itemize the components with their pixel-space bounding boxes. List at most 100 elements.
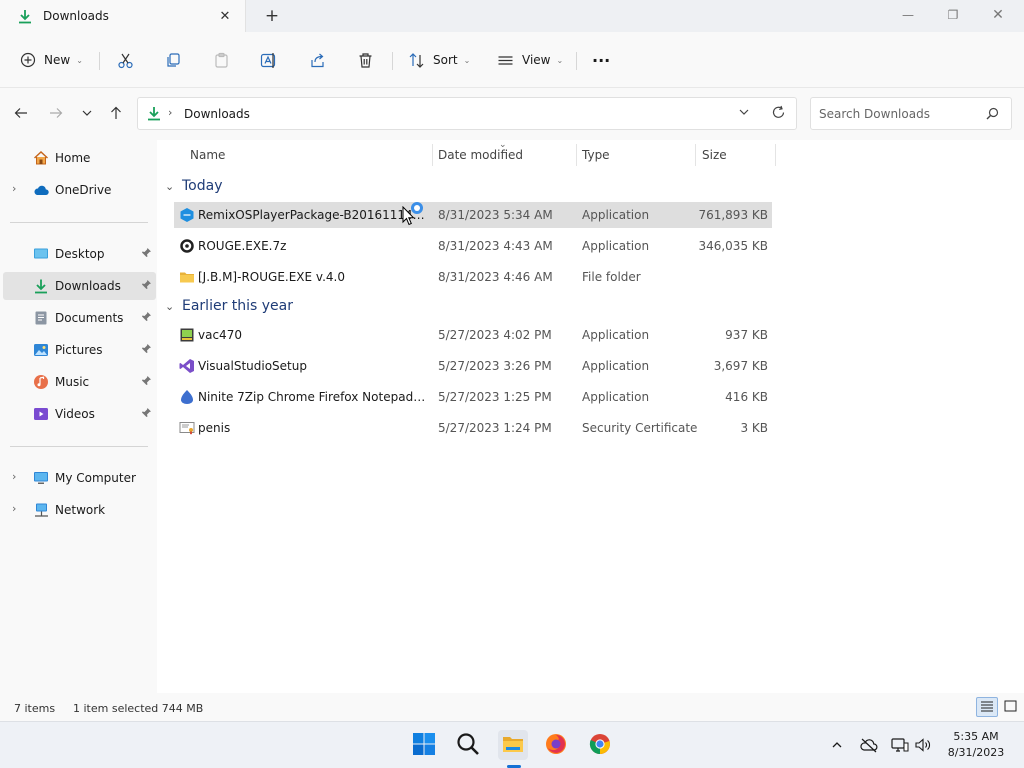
certificate-icon <box>179 420 195 436</box>
maximize-button[interactable]: ❐ <box>941 4 965 26</box>
copy-button[interactable] <box>165 48 182 72</box>
cut-button[interactable] <box>117 48 134 72</box>
sidebar-item-desktop[interactable]: Desktop <box>3 240 156 268</box>
tab-close-icon[interactable]: ✕ <box>217 8 233 24</box>
sidebar-item-label: My Computer <box>55 471 136 485</box>
archive-app-icon <box>179 238 195 254</box>
column-header-size[interactable]: Size <box>696 140 775 170</box>
onedrive-tray-button[interactable] <box>858 735 880 757</box>
chevron-right-icon[interactable]: › <box>12 502 16 515</box>
file-explorer-taskbar-button[interactable] <box>498 730 528 760</box>
volume-tray-button[interactable] <box>912 735 934 757</box>
chrome-taskbar-button[interactable] <box>585 730 615 760</box>
address-bar[interactable]: › Downloads <box>137 97 797 130</box>
file-name: penis <box>198 421 231 435</box>
windows-logo-icon <box>412 732 436 759</box>
chevron-down-icon: ⌄ <box>556 55 564 65</box>
sidebar-item-label: Music <box>55 375 90 389</box>
toolbar-divider <box>392 52 393 70</box>
search-icon[interactable] <box>986 107 999 123</box>
desktop-icon <box>33 246 49 262</box>
start-button[interactable] <box>409 730 439 760</box>
column-header-name[interactable]: Name <box>184 140 432 170</box>
table-row[interactable]: [J.B.M]-ROUGE.EXE v.4.0 8/31/2023 4:46 A… <box>174 264 772 290</box>
group-header-earlier-this-year[interactable]: ⌄ Earlier this year <box>165 295 293 317</box>
column-header-type[interactable]: Type <box>577 140 695 170</box>
picture-icon <box>33 342 49 358</box>
paste-button[interactable] <box>213 48 230 72</box>
delete-button[interactable] <box>357 48 374 72</box>
search-input[interactable]: Search Downloads <box>810 97 1012 130</box>
forward-button[interactable] <box>45 103 67 125</box>
sort-button[interactable]: Sort ⌄ <box>408 48 470 72</box>
pin-icon[interactable] <box>141 311 152 325</box>
show-hidden-icons-button[interactable] <box>826 735 848 757</box>
chevron-right-icon[interactable]: › <box>12 470 16 483</box>
sidebar-item-network[interactable]: › Network <box>3 496 156 524</box>
pin-icon[interactable] <box>141 407 152 421</box>
sidebar-item-documents[interactable]: Documents <box>3 304 156 332</box>
breadcrumb-downloads[interactable]: Downloads <box>184 107 250 121</box>
sidebar-item-label: Desktop <box>55 247 105 261</box>
sidebar-item-home[interactable]: Home <box>3 144 156 172</box>
pin-icon[interactable] <box>141 343 152 357</box>
up-button[interactable] <box>105 103 127 125</box>
file-name: VisualStudioSetup <box>198 359 307 373</box>
table-row[interactable]: penis 5/27/2023 1:24 PM Security Certifi… <box>174 415 772 441</box>
firefox-icon <box>544 732 568 759</box>
new-tab-button[interactable]: + <box>262 6 282 26</box>
arrow-left-icon <box>14 106 28 123</box>
chevron-down-icon <box>81 107 93 122</box>
table-row[interactable]: ROUGE.EXE.7z 8/31/2023 4:43 AM Applicati… <box>174 233 772 259</box>
tab-downloads[interactable]: Downloads ✕ <box>0 0 246 32</box>
chevron-right-icon[interactable]: › <box>12 182 16 195</box>
system-clock[interactable]: 5:35 AM 8/31/2023 <box>936 729 1016 761</box>
network-status-icon <box>891 737 909 756</box>
sidebar-item-videos[interactable]: Videos <box>3 400 156 428</box>
back-button[interactable] <box>10 103 32 125</box>
chrome-icon <box>588 732 612 759</box>
network-tray-button[interactable] <box>889 735 911 757</box>
sidebar-item-onedrive[interactable]: › OneDrive <box>3 176 156 204</box>
pin-icon[interactable] <box>141 375 152 389</box>
firefox-taskbar-button[interactable] <box>541 730 571 760</box>
group-header-today[interactable]: ⌄ Today <box>165 175 223 197</box>
sidebar-item-my-computer[interactable]: › My Computer <box>3 464 156 492</box>
computer-icon <box>33 470 49 486</box>
table-row[interactable]: VisualStudioSetup 5/27/2023 3:26 PM Appl… <box>174 353 772 379</box>
close-button[interactable]: ✕ <box>986 4 1010 26</box>
sidebar-item-music[interactable]: Music <box>3 368 156 396</box>
file-size: 346,035 KB <box>698 239 768 253</box>
column-header-date-modified[interactable]: Date modified <box>433 140 576 170</box>
search-taskbar-button[interactable] <box>453 730 483 760</box>
column-divider[interactable] <box>775 144 776 166</box>
pin-icon[interactable] <box>141 247 152 261</box>
tab-title: Downloads <box>43 9 109 23</box>
sidebar-item-downloads[interactable]: Downloads <box>3 272 156 300</box>
file-type: Application <box>582 328 650 342</box>
group-label: Today <box>182 178 223 194</box>
folder-icon <box>179 269 195 285</box>
view-label: View <box>522 53 551 67</box>
view-button[interactable]: View ⌄ <box>497 48 563 72</box>
rename-button[interactable] <box>260 48 278 72</box>
file-date-modified: 8/31/2023 5:34 AM <box>438 208 553 222</box>
chevron-down-icon[interactable] <box>738 106 750 121</box>
table-row[interactable]: Ninite 7Zip Chrome Firefox Notepad Inst.… <box>174 384 772 410</box>
details-view-button[interactable] <box>976 697 998 717</box>
table-row[interactable]: RemixOSPlayerPackage-B2016111403 8/31/20… <box>174 202 772 228</box>
large-icons-view-button[interactable] <box>999 697 1021 717</box>
sidebar-item-label: Pictures <box>55 343 103 357</box>
minimize-button[interactable]: — <box>896 4 920 26</box>
share-button[interactable] <box>309 48 326 72</box>
recent-locations-button[interactable] <box>76 103 98 125</box>
pin-icon[interactable] <box>141 279 152 293</box>
more-options-button[interactable]: ··· <box>592 48 610 72</box>
sidebar-item-pictures[interactable]: Pictures <box>3 336 156 364</box>
tiles-view-icon <box>1004 700 1017 715</box>
sidebar-divider <box>10 446 148 447</box>
refresh-icon[interactable] <box>771 105 786 123</box>
table-row[interactable]: vac470 5/27/2023 4:02 PM Application 937… <box>174 322 772 348</box>
file-type: Application <box>582 239 650 253</box>
new-button[interactable]: New ⌄ <box>20 48 83 72</box>
